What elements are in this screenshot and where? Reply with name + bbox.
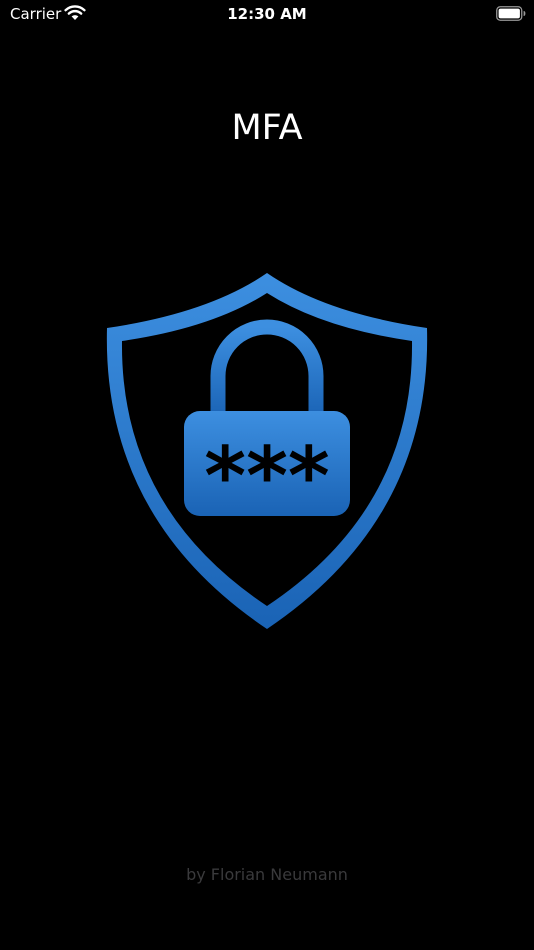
app-title: MFA xyxy=(231,108,303,148)
status-time: 12:30 AM xyxy=(227,5,307,23)
status-bar: Carrier 12:30 AM xyxy=(0,0,534,30)
credit-text: by Florian Neumann xyxy=(186,865,348,884)
shield-lock-icon: *** xyxy=(106,273,428,629)
password-mask: *** xyxy=(204,430,330,523)
battery-icon xyxy=(496,6,526,21)
